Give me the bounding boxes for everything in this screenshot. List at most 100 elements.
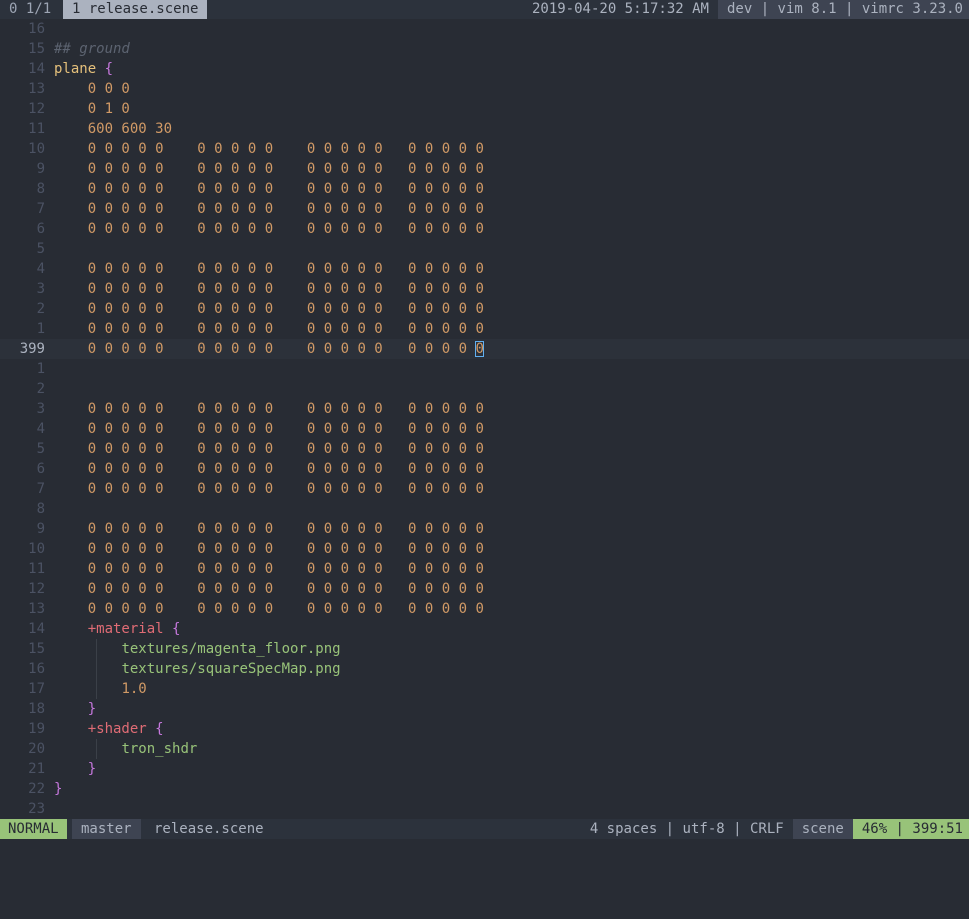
code-line[interactable]: 1: [0, 359, 969, 379]
code-line[interactable]: 11 0 0 0 0 0 0 0 0 0 0 0 0 0 0 0 0 0 0 0…: [0, 559, 969, 579]
token: 0 0 0 0 0 0 0 0 0 0 0 0 0 0 0 0 0 0 0 0: [87, 161, 484, 177]
file-type: scene: [792, 819, 853, 839]
code-line[interactable]: 19 +shader {: [0, 719, 969, 739]
code-line[interactable]: 23: [0, 799, 969, 819]
line-content: 0 0 0 0 0 0 0 0 0 0 0 0 0 0 0 0 0 0 0 0: [54, 479, 484, 499]
code-line[interactable]: 10 0 0 0 0 0 0 0 0 0 0 0 0 0 0 0 0 0 0 0…: [0, 139, 969, 159]
code-line[interactable]: 11 600 600 30: [0, 119, 969, 139]
code-line[interactable]: 10 0 0 0 0 0 0 0 0 0 0 0 0 0 0 0 0 0 0 0…: [0, 539, 969, 559]
code-line[interactable]: 17 1.0: [0, 679, 969, 699]
code-line[interactable]: 9 0 0 0 0 0 0 0 0 0 0 0 0 0 0 0 0 0 0 0 …: [0, 159, 969, 179]
line-number: 19: [28, 721, 45, 737]
token: 0 0 0 0 0 0 0 0 0 0 0 0 0 0 0 0 0 0 0 0: [87, 401, 484, 417]
tab-release-scene[interactable]: 1 release.scene: [63, 0, 208, 19]
token: ## ground: [54, 41, 130, 57]
code-line[interactable]: 7 0 0 0 0 0 0 0 0 0 0 0 0 0 0 0 0 0 0 0 …: [0, 199, 969, 219]
tabline: 0 1/1 1 release.scene 2019-04-20 5:17:32…: [0, 0, 969, 19]
token: 0 0 0 0 0 0 0 0 0 0 0 0 0 0 0 0 0 0 0 0: [87, 261, 484, 277]
line-number: 18: [28, 701, 45, 717]
indent-guide: [96, 679, 97, 699]
current-line[interactable]: 399 0 0 0 0 0 0 0 0 0 0 0 0 0 0 0 0 0 0 …: [0, 339, 969, 359]
line-number: 7: [36, 201, 45, 217]
code-line[interactable]: 6 0 0 0 0 0 0 0 0 0 0 0 0 0 0 0 0 0 0 0 …: [0, 459, 969, 479]
token: {: [172, 621, 181, 637]
line-number: 22: [28, 781, 45, 797]
line-content: +material {: [54, 619, 181, 639]
token: }: [87, 701, 97, 717]
line-number: 21: [28, 761, 45, 777]
indent-guide: [96, 659, 97, 679]
line-content: 0 0 0 0 0 0 0 0 0 0 0 0 0 0 0 0 0 0 0 0: [54, 319, 484, 339]
code-line[interactable]: 3 0 0 0 0 0 0 0 0 0 0 0 0 0 0 0 0 0 0 0 …: [0, 399, 969, 419]
token: 0 0 0 0 0 0 0 0 0 0 0 0 0 0 0 0 0 0 0 0: [87, 601, 484, 617]
token: 0 0 0: [87, 81, 130, 97]
code-line[interactable]: 14 plane {: [0, 59, 969, 79]
code-line[interactable]: 7 0 0 0 0 0 0 0 0 0 0 0 0 0 0 0 0 0 0 0 …: [0, 479, 969, 499]
line-content: tron_shdr: [54, 739, 197, 759]
code-line[interactable]: 4 0 0 0 0 0 0 0 0 0 0 0 0 0 0 0 0 0 0 0 …: [0, 419, 969, 439]
code-line[interactable]: 15 textures/magenta_floor.png: [0, 639, 969, 659]
token: 0 0 0 0 0 0 0 0 0 0 0 0 0 0 0 0 0 0 0 0: [87, 201, 484, 217]
line-number: 12: [28, 101, 45, 117]
code-line[interactable]: 13 0 0 0 0 0 0 0 0 0 0 0 0 0 0 0 0 0 0 0…: [0, 599, 969, 619]
line-content: 0 0 0 0 0 0 0 0 0 0 0 0 0 0 0 0 0 0 0 0: [54, 179, 484, 199]
token: {: [155, 721, 164, 737]
token: }: [54, 781, 63, 797]
file-name: release.scene: [154, 821, 264, 837]
code-line[interactable]: 15 ## ground: [0, 39, 969, 59]
code-line[interactable]: 16 textures/squareSpecMap.png: [0, 659, 969, 679]
code-line[interactable]: 12 0 1 0: [0, 99, 969, 119]
line-number: 10: [28, 141, 45, 157]
line-content: 0 0 0 0 0 0 0 0 0 0 0 0 0 0 0 0 0 0 0 0: [54, 159, 484, 179]
code-line[interactable]: 3 0 0 0 0 0 0 0 0 0 0 0 0 0 0 0 0 0 0 0 …: [0, 279, 969, 299]
code-line[interactable]: 5 0 0 0 0 0 0 0 0 0 0 0 0 0 0 0 0 0 0 0 …: [0, 439, 969, 459]
line-number: 11: [28, 121, 45, 137]
code-line[interactable]: 14 +material {: [0, 619, 969, 639]
code-line[interactable]: 1 0 0 0 0 0 0 0 0 0 0 0 0 0 0 0 0 0 0 0 …: [0, 319, 969, 339]
code-line[interactable]: 21 }: [0, 759, 969, 779]
token: 0 0 0 0 0 0 0 0 0 0 0 0 0 0 0 0 0 0 0: [87, 341, 476, 357]
code-line[interactable]: 12 0 0 0 0 0 0 0 0 0 0 0 0 0 0 0 0 0 0 0…: [0, 579, 969, 599]
code-line[interactable]: 18 }: [0, 699, 969, 719]
editor-buffer[interactable]: 16 15 ## ground 14 plane {13 0 0 0 12 0 1 0 11…: [0, 19, 969, 819]
code-line[interactable]: 13 0 0 0: [0, 79, 969, 99]
code-line[interactable]: 9 0 0 0 0 0 0 0 0 0 0 0 0 0 0 0 0 0 0 0 …: [0, 519, 969, 539]
code-line[interactable]: 2 0 0 0 0 0 0 0 0 0 0 0 0 0 0 0 0 0 0 0 …: [0, 299, 969, 319]
code-line[interactable]: 8: [0, 499, 969, 519]
code-line[interactable]: 4 0 0 0 0 0 0 0 0 0 0 0 0 0 0 0 0 0 0 0 …: [0, 259, 969, 279]
code-line[interactable]: 20 tron_shdr: [0, 739, 969, 759]
command-line[interactable]: [0, 839, 969, 856]
code-line[interactable]: 16: [0, 19, 969, 39]
token: 0 0 0 0 0 0 0 0 0 0 0 0 0 0 0 0 0 0 0 0: [87, 461, 484, 477]
code-line[interactable]: 6 0 0 0 0 0 0 0 0 0 0 0 0 0 0 0 0 0 0 0 …: [0, 219, 969, 239]
line-number: 5: [36, 241, 45, 257]
code-line[interactable]: 8 0 0 0 0 0 0 0 0 0 0 0 0 0 0 0 0 0 0 0 …: [0, 179, 969, 199]
mode-indicator: NORMAL: [0, 819, 67, 839]
line-number: 14: [28, 61, 45, 77]
code-line[interactable]: 5: [0, 239, 969, 259]
line-number: 399: [19, 341, 45, 357]
line-content: 0 0 0 0 0 0 0 0 0 0 0 0 0 0 0 0 0 0 0 0: [54, 419, 484, 439]
line-number: 5: [36, 441, 45, 457]
git-branch: master: [72, 819, 141, 839]
token: }: [87, 761, 97, 777]
code-line[interactable]: 22}: [0, 779, 969, 799]
token: {: [104, 61, 114, 77]
token: 0 0 0 0 0 0 0 0 0 0 0 0 0 0 0 0 0 0 0 0: [87, 181, 484, 197]
line-number: 1: [36, 321, 45, 337]
token: 0 0 0 0 0 0 0 0 0 0 0 0 0 0 0 0 0 0 0 0: [87, 141, 484, 157]
line-number: 3: [36, 281, 45, 297]
code-line[interactable]: 2: [0, 379, 969, 399]
